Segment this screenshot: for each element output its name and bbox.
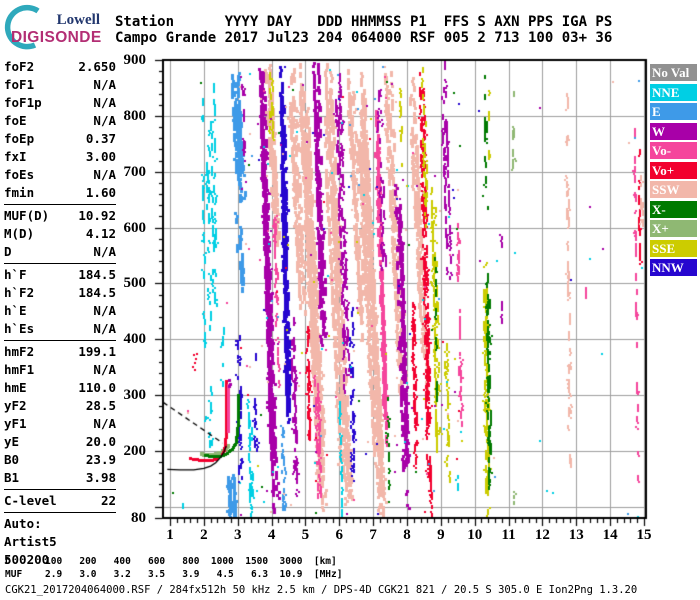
param-row: hmF1 N/A — [4, 361, 116, 379]
param-row: B1 3.98 — [4, 469, 116, 487]
param-value: 1.60 — [85, 185, 116, 200]
y-tick-label: 80 — [131, 510, 146, 526]
logo-digisonde-text: DIGISONDE — [11, 29, 102, 46]
param-label: B0 — [4, 452, 20, 467]
param-value: N/A — [93, 244, 116, 259]
legend-item-vo: Vo+ — [650, 161, 697, 179]
param-label: D — [4, 244, 12, 259]
param-label: hmE — [4, 380, 27, 395]
param-value: N/A — [93, 416, 116, 431]
param-label: MUF(D) — [4, 208, 50, 223]
header-field-values: Campo Grande 2017 Jul23 204 064000 RSF 0… — [115, 30, 613, 46]
param-label: h`E — [4, 303, 27, 318]
x-tick-label: 6 — [335, 527, 344, 543]
logo-lowell-text: Lowell — [57, 12, 100, 28]
station-header: Station YYYY DAY DDD HHMMSS P1 FFS S AXN… — [115, 14, 612, 46]
x-tick-label: 5 — [301, 527, 310, 543]
y-tick-label: 500 — [123, 275, 147, 292]
param-label: h`Es — [4, 321, 35, 336]
x-tick-label: 2 — [200, 527, 208, 543]
param-row: D N/A — [4, 243, 116, 261]
x-tick-label: 10 — [467, 527, 483, 543]
x-tick-label: 4 — [267, 527, 276, 543]
x-tick-label: 11 — [501, 527, 516, 543]
digisonde-ionogram-page: { "logo": { "line1": "Lowell", "line2": … — [0, 0, 700, 600]
param-label: yE — [4, 434, 20, 449]
param-label: fxI — [4, 149, 27, 164]
y-tick-label: 600 — [123, 219, 147, 236]
legend-item-sse: SSE — [650, 239, 697, 257]
file-status-line: CGK21_2017204064000.RSF / 284fx512h 50 k… — [5, 584, 638, 596]
param-value: 0.37 — [85, 131, 116, 146]
x-tick-label: 3 — [233, 527, 242, 543]
param-row: h`E N/A — [4, 302, 116, 320]
x-tick-label: 15 — [636, 527, 652, 543]
param-row: foEp 0.37 — [4, 130, 116, 148]
muf-row: MUF 2.9 3.0 3.2 3.5 3.9 4.5 6.3 10.9 [MH… — [5, 569, 343, 580]
x-tick-label: 14 — [602, 527, 618, 543]
param-label: M(D) — [4, 226, 35, 241]
param-label: hmF1 — [4, 362, 35, 377]
param-label: hmF2 — [4, 344, 35, 359]
autoscaling-info-line: Artist5 — [4, 533, 116, 551]
x-tick-label: 12 — [534, 527, 550, 543]
distance-row: D 100 200 400 600 800 1000 1500 3000 [km… — [5, 556, 337, 567]
param-label: foEs — [4, 167, 35, 182]
param-label: foEp — [4, 131, 35, 146]
x-tick-label: 7 — [369, 527, 377, 543]
param-label: yF1 — [4, 416, 27, 431]
ionogram-plot — [148, 52, 652, 530]
autoscaling-text: Artist5 — [4, 534, 57, 549]
param-label: foF1 — [4, 77, 35, 92]
param-label: B1 — [4, 470, 20, 485]
legend-item-vo: Vo- — [650, 142, 697, 159]
param-separator — [4, 263, 116, 264]
legend-item-ssw: SSW — [650, 181, 697, 198]
param-separator — [4, 489, 116, 490]
y-tick-label: 700 — [123, 163, 147, 180]
legend-item-nne: NNE — [650, 83, 697, 101]
param-label: h`F2 — [4, 285, 35, 300]
param-value: 3.98 — [85, 470, 116, 485]
param-separator — [4, 204, 116, 205]
param-value: N/A — [93, 303, 116, 318]
x-tick-label: 9 — [437, 527, 445, 543]
y-tick-label: 800 — [123, 107, 147, 124]
legend-item-w: W — [650, 122, 697, 140]
param-panel: foF2 2.650 foF1 N/A foF1p N/A foE N/A foEp 0.37 fx… — [4, 58, 116, 569]
legend-item-x: X+ — [650, 220, 697, 237]
legend-item-x: X- — [650, 200, 697, 218]
param-value: N/A — [93, 362, 116, 377]
y-tick-label: 400 — [123, 331, 147, 348]
param-row: fmin 1.60 — [4, 184, 116, 202]
param-label: C-level — [4, 493, 57, 508]
param-row: yF1 N/A — [4, 415, 116, 433]
param-row: C-level 22 — [4, 492, 116, 510]
direction-legend: No Val NNE E W Vo- Vo+ SSW X- X+ SSE NNW — [650, 64, 697, 276]
param-label: yF2 — [4, 398, 27, 413]
x-tick-label: 13 — [568, 527, 584, 543]
y-tick-label: 300 — [123, 387, 147, 404]
y-tick-label: 900 — [123, 52, 147, 68]
lowell-digisonde-logo: Lowell DIGISONDE — [4, 4, 102, 50]
autoscaling-text: Auto: — [4, 516, 42, 531]
legend-item-e: E — [650, 103, 697, 120]
param-value: N/A — [93, 77, 116, 92]
param-label: foF2 — [4, 59, 35, 74]
y-tick-label: 200 — [123, 442, 147, 459]
legend-item-noval: No Val — [650, 64, 697, 81]
param-label: fmin — [4, 185, 35, 200]
legend-item-nnw: NNW — [650, 259, 697, 276]
param-value: 22 — [100, 493, 116, 508]
param-row: foF1 N/A — [4, 76, 116, 94]
param-label: foF1p — [4, 95, 42, 110]
x-tick-label: 8 — [403, 527, 411, 543]
param-label: h`F — [4, 267, 27, 282]
x-tick-label: 1 — [166, 527, 174, 543]
param-label: foE — [4, 113, 27, 128]
header-field-names: Station YYYY DAY DDD HHMMSS P1 FFS S AXN… — [115, 14, 613, 30]
